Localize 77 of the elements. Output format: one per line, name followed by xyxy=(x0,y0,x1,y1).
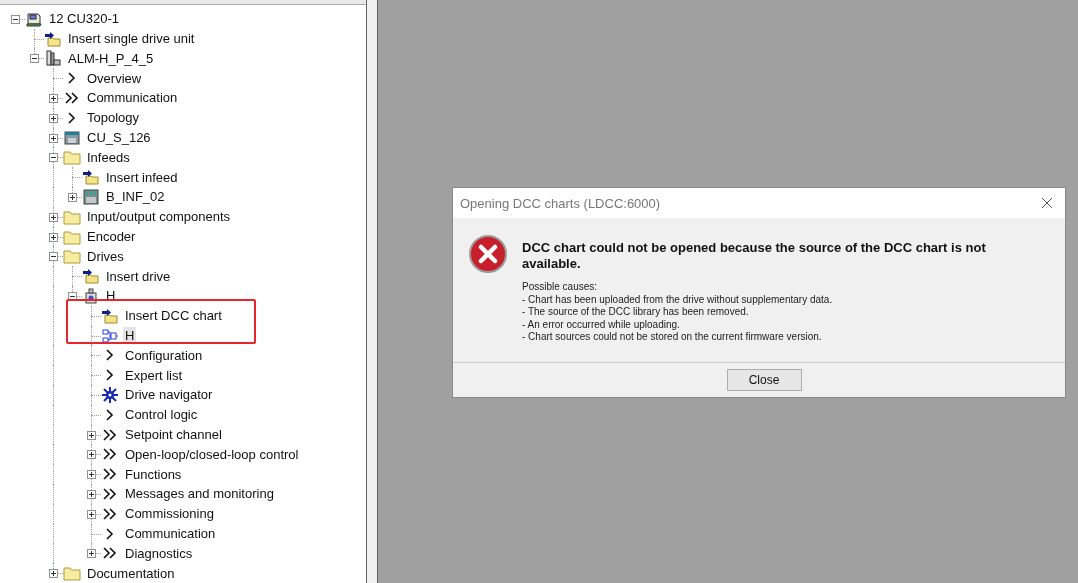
tree-item[interactable]: Insert DCC chart xyxy=(123,307,224,325)
tree-item[interactable]: 12 CU320-1 xyxy=(47,10,122,28)
tree-item[interactable]: Overview xyxy=(85,69,144,87)
tree-item[interactable]: Expert list xyxy=(123,366,185,384)
double-chevron-icon xyxy=(101,485,119,502)
tree-item[interactable]: Encoder xyxy=(85,228,138,246)
tree-item[interactable]: Drives xyxy=(85,247,126,265)
tree-item[interactable]: Open-loop/closed-loop control xyxy=(123,445,301,463)
double-chevron-icon xyxy=(101,426,119,443)
cause-line: - The source of the DCC library has been removed. xyxy=(522,306,750,319)
tree-item[interactable]: Input/output components xyxy=(85,208,233,226)
module-icon xyxy=(82,188,100,205)
expand-icon[interactable] xyxy=(87,549,96,559)
block-diagram-icon xyxy=(101,327,119,344)
tree-item[interactable]: CU_S_126 xyxy=(85,129,153,147)
folder-icon xyxy=(63,149,81,166)
tree-item[interactable]: Infeeds xyxy=(85,148,132,166)
folder-arrow-icon xyxy=(44,30,62,47)
tree-item[interactable]: Configuration xyxy=(123,346,205,364)
tree-item[interactable]: B_INF_02 xyxy=(104,188,167,206)
expand-icon[interactable] xyxy=(87,490,96,499)
drive-unit-icon xyxy=(44,50,62,67)
tree-item[interactable]: Functions xyxy=(123,465,184,483)
splitter[interactable] xyxy=(367,0,378,583)
folder-arrow-icon xyxy=(82,268,100,285)
folder-icon xyxy=(63,248,81,265)
tree-item[interactable]: Commissioning xyxy=(123,505,216,523)
folder-icon xyxy=(63,208,81,225)
control-unit-icon xyxy=(63,129,81,146)
collapse-icon[interactable] xyxy=(11,14,20,24)
folder-icon xyxy=(63,565,81,582)
gear-icon xyxy=(101,386,119,403)
double-chevron-icon xyxy=(63,89,81,106)
expand-icon[interactable] xyxy=(87,509,96,519)
cause-line: - Chart has been uploaded from the drive without supplementary data. xyxy=(522,293,834,306)
error-icon xyxy=(468,234,508,274)
expand-icon[interactable] xyxy=(68,193,77,203)
double-chevron-icon xyxy=(101,505,119,522)
cause-line: - An error occurred while uploading. xyxy=(522,318,681,331)
computer-icon xyxy=(25,10,43,27)
tree-item[interactable]: Communication xyxy=(85,89,180,107)
tree-item[interactable]: Insert single drive unit xyxy=(66,30,197,48)
tree-item[interactable]: Insert infeed xyxy=(104,168,180,186)
drive-icon xyxy=(82,287,100,304)
folder-arrow-icon xyxy=(82,169,100,186)
folder-icon xyxy=(63,228,81,245)
collapse-icon[interactable] xyxy=(49,252,58,262)
tree-item[interactable]: Communication xyxy=(123,525,218,542)
collapse-icon[interactable] xyxy=(68,292,77,302)
close-button[interactable]: Close xyxy=(726,369,802,391)
expand-icon[interactable] xyxy=(49,212,58,222)
expand-icon[interactable] xyxy=(49,94,58,104)
tree-item[interactable]: Control logic xyxy=(123,406,200,424)
expand-icon[interactable] xyxy=(49,133,58,143)
close-icon[interactable] xyxy=(1041,197,1053,209)
tree-item[interactable]: Topology xyxy=(85,109,142,127)
error-message: DCC chart could not be opened because the source of the DCC chart is not available. xyxy=(522,240,987,272)
collapse-icon[interactable] xyxy=(30,54,39,64)
tree-item[interactable]: Insert drive xyxy=(104,267,173,285)
tree-item[interactable]: Messages and monitoring xyxy=(123,485,276,503)
expand-icon[interactable] xyxy=(49,232,58,242)
cause-line: Possible causes: xyxy=(522,281,599,294)
tree-item[interactable]: Drive navigator xyxy=(123,386,215,404)
expand-icon[interactable] xyxy=(49,569,58,579)
expand-icon[interactable] xyxy=(87,470,96,480)
collapse-icon[interactable] xyxy=(49,153,58,163)
tree-item[interactable]: Diagnostics xyxy=(123,544,195,562)
tree-item[interactable]: ALM-H_P_4_5 xyxy=(66,49,156,67)
scrollbar[interactable] xyxy=(0,0,366,5)
tree-item[interactable]: Setpoint channel xyxy=(123,426,224,443)
tree-item[interactable]: Documentation xyxy=(85,564,177,582)
expand-icon[interactable] xyxy=(87,430,96,440)
folder-arrow-icon xyxy=(101,307,119,324)
dialog-title: Opening DCC charts (LDCC:6000) xyxy=(460,195,661,211)
cause-line: - Chart sources could not be stored on the current firmware version. xyxy=(522,331,823,344)
expand-icon[interactable] xyxy=(87,450,96,460)
expand-icon[interactable] xyxy=(49,113,58,123)
